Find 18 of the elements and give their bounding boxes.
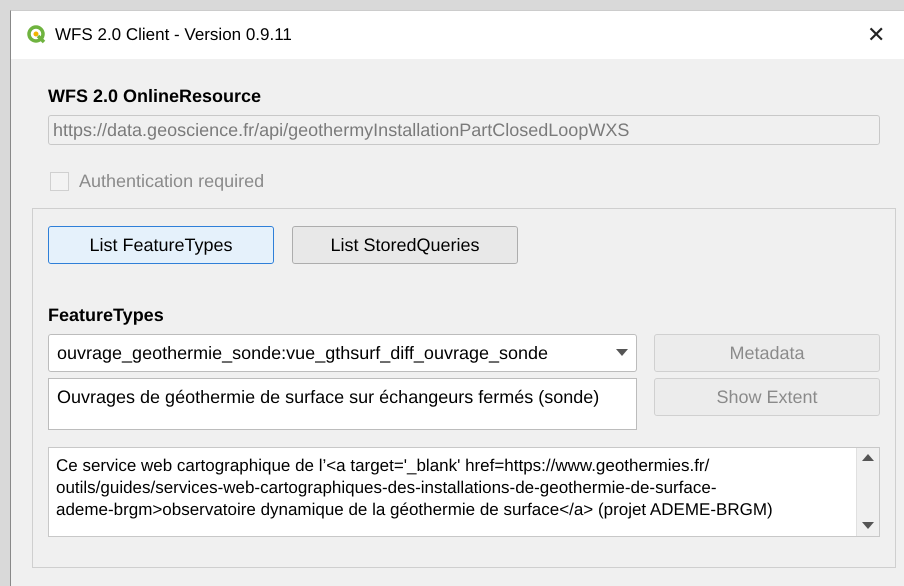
abstract-text-area[interactable] (48, 447, 880, 537)
abstract-line: ademe-brgm>observatoire dynamique de la géothermie de surface</a> (projet ADEME-BRGM) (56, 499, 774, 521)
scroll-up-icon[interactable] (862, 454, 874, 462)
checkbox-label: Authentication required (79, 171, 264, 192)
window-title: WFS 2.0 Client - Version 0.9.11 (55, 25, 293, 45)
abstract-line: Ce service web cartographique de l’<a target='_blank' href=https://www.geothermies.fr/ (56, 455, 710, 477)
abstract-line: outils/guides/services-web-cartographiques-des-installations-de-geothermie-de-surface- (56, 477, 718, 499)
field-label: WFS 2.0 OnlineResource (48, 85, 262, 108)
list-button[interactable]: List StoredQueries (292, 226, 518, 264)
app-logo-icon (27, 25, 47, 45)
feature-type-dropdown[interactable]: ouvrage_geothermie_sonde:vue_gthsurf_diff_ouvrage_sonde (48, 334, 637, 372)
dropdown-arrow-icon (616, 349, 628, 357)
title-field[interactable]: Ouvrages de géothermie de surface sur échangeurs fermés (sonde) (48, 378, 637, 430)
list-button[interactable]: List FeatureTypes (48, 226, 274, 264)
close-button[interactable]: ✕ (856, 22, 896, 48)
scrollbar[interactable] (856, 448, 879, 536)
scroll-down-icon[interactable] (862, 522, 874, 530)
section-label: FeatureTypes (48, 304, 165, 327)
